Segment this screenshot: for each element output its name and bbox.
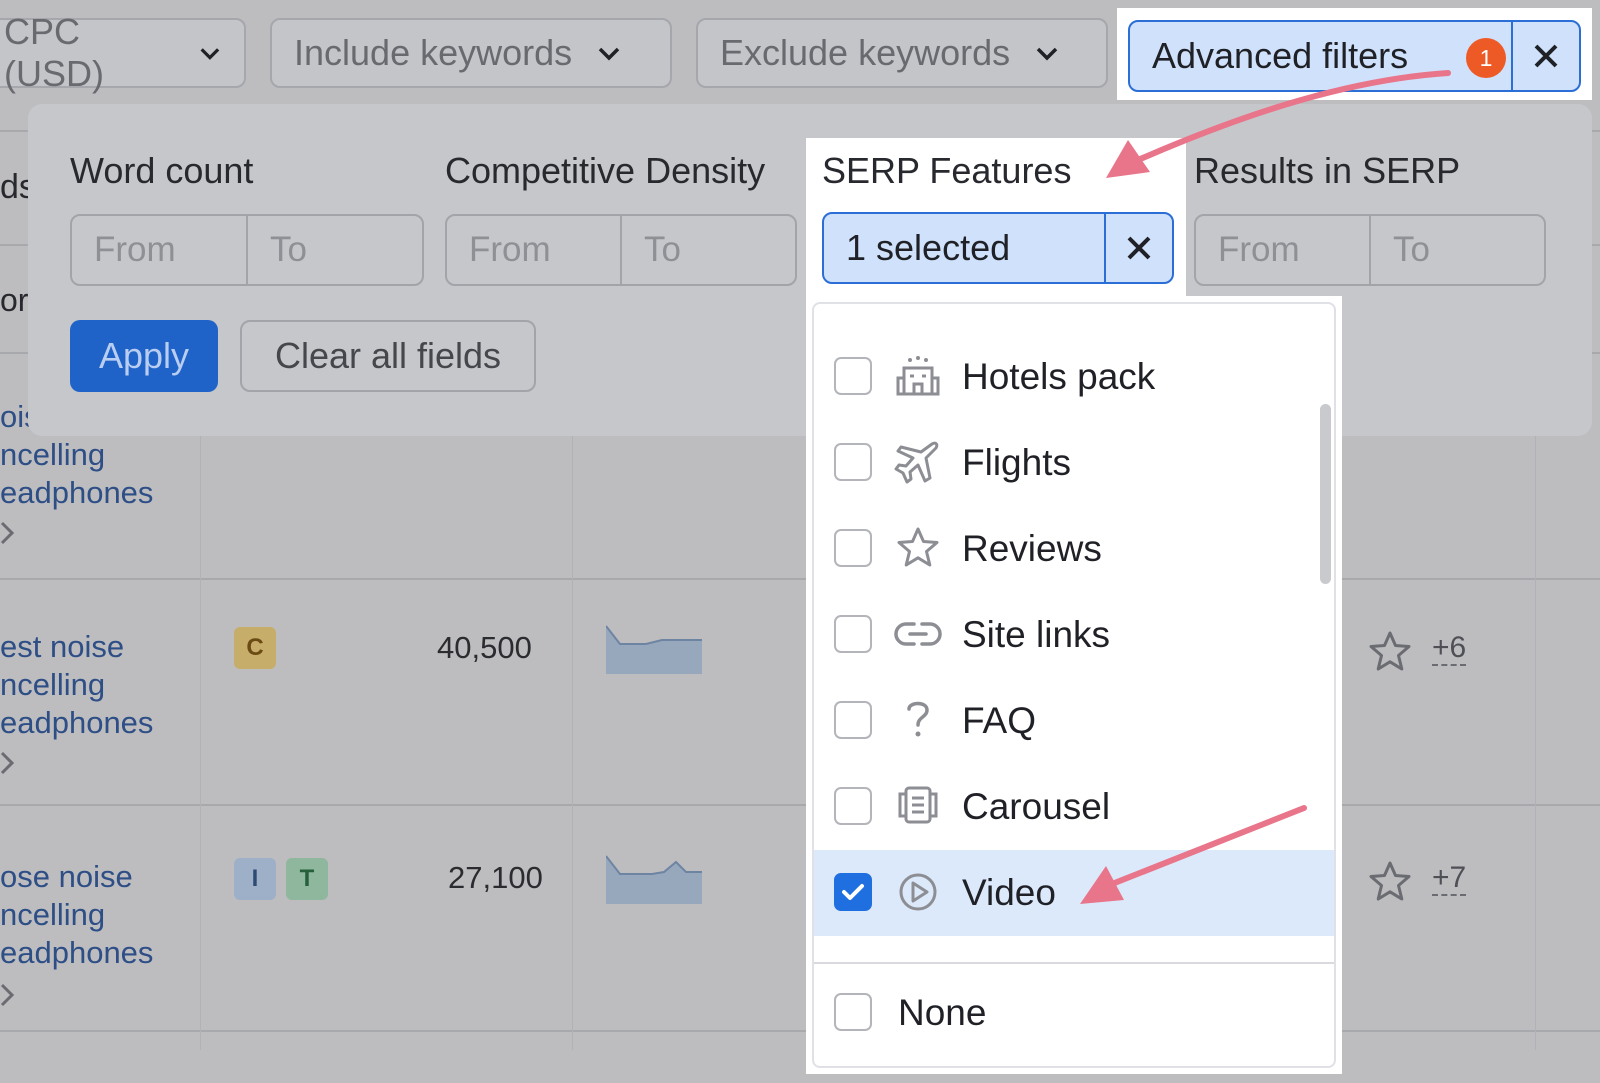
option-label: FAQ (962, 700, 1037, 741)
flights-checkbox[interactable] (834, 443, 872, 481)
exclude-keywords-dropdown[interactable]: Exclude keywords (696, 18, 1108, 88)
carousel-icon (898, 786, 938, 824)
close-icon (1534, 44, 1558, 68)
serp-features-more[interactable]: +7 (1432, 862, 1467, 896)
chevron-right-icon[interactable] (0, 750, 16, 776)
word-count-label: Word count (70, 150, 254, 191)
results-in-serp-range: From To (1194, 214, 1546, 286)
results-in-serp-from-input[interactable]: From (1196, 216, 1369, 284)
serp-features-more[interactable]: +6 (1432, 632, 1467, 666)
keyword-link[interactable]: eadphones (0, 474, 153, 512)
star-icon (897, 527, 939, 567)
option-label: Flights (962, 442, 1071, 483)
option-video[interactable]: Video (814, 850, 1334, 936)
option-site-links[interactable]: Site links (814, 592, 1334, 678)
table-divider (0, 578, 1600, 580)
video-checkbox[interactable] (834, 873, 872, 911)
keyword-link[interactable]: est noise (0, 628, 153, 666)
keyword-link[interactable]: ose noise (0, 858, 153, 896)
intent-badge-transactional: T (286, 858, 328, 900)
option-flights[interactable]: Flights (814, 420, 1334, 506)
keyword-link[interactable]: ncelling (0, 436, 153, 474)
results-in-serp-label: Results in SERP (1194, 150, 1461, 191)
volume-value: 40,500 (437, 630, 532, 665)
table-row[interactable]: est noise ncelling eadphones (0, 628, 153, 742)
dropdown-divider (814, 962, 1334, 964)
filter-count-badge: 1 (1466, 38, 1506, 78)
cpc-filter-label: CPC (USD) (4, 11, 104, 94)
question-icon (907, 701, 929, 737)
volume-value: 27,100 (448, 860, 543, 895)
exclude-keywords-label: Exclude keywords (720, 32, 1011, 73)
option-carousel[interactable]: Carousel (814, 764, 1334, 850)
play-icon (899, 873, 937, 911)
serp-features-value: 1 selected (846, 227, 1011, 268)
link-icon (894, 622, 942, 646)
competitive-density-to-input[interactable]: To (620, 216, 795, 284)
trend-sparkline (606, 855, 702, 904)
results-in-serp-to-input[interactable]: To (1369, 216, 1544, 284)
advanced-filters-button[interactable]: Advanced filters 1 (1128, 20, 1581, 92)
faq-checkbox[interactable] (834, 701, 872, 739)
advanced-filters-label: Advanced filters (1152, 35, 1409, 76)
cpc-filter-dropdown[interactable]: CPC (USD) (0, 11, 246, 94)
option-label: Hotels pack (962, 356, 1156, 397)
star-icon[interactable] (1368, 860, 1412, 902)
option-label: Reviews (962, 528, 1102, 569)
star-icon[interactable] (1368, 630, 1412, 672)
advanced-filters-highlight: Advanced filters 1 (1117, 8, 1592, 100)
plane-icon (894, 441, 939, 484)
none-checkbox[interactable] (834, 993, 872, 1031)
checkmark-icon (842, 884, 864, 900)
word-count-range: From To (70, 214, 424, 286)
table-row[interactable]: ose noise ncelling eadphones (0, 858, 153, 972)
trend-sparkline (606, 625, 702, 674)
keyword-link[interactable]: ncelling (0, 896, 153, 934)
site-links-checkbox[interactable] (834, 615, 872, 653)
competitive-density-label: Competitive Density (445, 150, 766, 191)
option-label: Carousel (962, 786, 1111, 827)
keyword-link[interactable]: eadphones (0, 704, 153, 742)
option-hotels-pack[interactable]: Hotels pack (814, 334, 1334, 420)
table-divider (0, 1030, 1600, 1032)
chevron-down-icon (1036, 47, 1058, 61)
option-label: Video (962, 872, 1056, 913)
clear-serp-features-button[interactable] (1104, 214, 1172, 282)
competitive-density-range: From To (445, 214, 797, 286)
chevron-down-icon (598, 47, 620, 61)
serp-features-dropdown: Hotels pack Flights Reviews Site links F… (812, 302, 1336, 1068)
include-keywords-dropdown[interactable]: Include keywords (270, 18, 672, 88)
intent-badge-commercial: C (234, 627, 276, 669)
word-count-from-input[interactable]: From (72, 216, 246, 284)
keyword-link[interactable]: eadphones (0, 934, 153, 972)
carousel-checkbox[interactable] (834, 787, 872, 825)
option-faq[interactable]: FAQ (814, 678, 1334, 764)
serp-features-select[interactable]: 1 selected (822, 212, 1174, 284)
option-reviews[interactable]: Reviews (814, 506, 1334, 592)
clear-all-fields-button[interactable]: Clear all fields (240, 320, 536, 392)
word-count-to-input[interactable]: To (246, 216, 422, 284)
apply-button[interactable]: Apply (70, 320, 218, 392)
include-keywords-label: Include keywords (294, 32, 573, 73)
competitive-density-from-input[interactable]: From (447, 216, 620, 284)
clear-advanced-filters-button[interactable] (1511, 22, 1579, 90)
hotel-icon (896, 356, 940, 396)
intent-badge-informational: I (234, 858, 276, 900)
reviews-checkbox[interactable] (834, 529, 872, 567)
option-label: Site links (962, 614, 1111, 655)
hotels-pack-checkbox[interactable] (834, 357, 872, 395)
keyword-link[interactable]: ncelling (0, 666, 153, 704)
row-fragment: or (0, 282, 29, 318)
chevron-right-icon[interactable] (0, 982, 16, 1008)
close-icon (1127, 236, 1151, 260)
table-divider (0, 804, 1600, 806)
option-none[interactable]: None (814, 970, 1334, 1056)
chevron-down-icon (200, 48, 220, 60)
serp-features-label: SERP Features (822, 150, 1072, 191)
chevron-right-icon[interactable] (0, 520, 16, 546)
option-label: None (898, 992, 987, 1033)
